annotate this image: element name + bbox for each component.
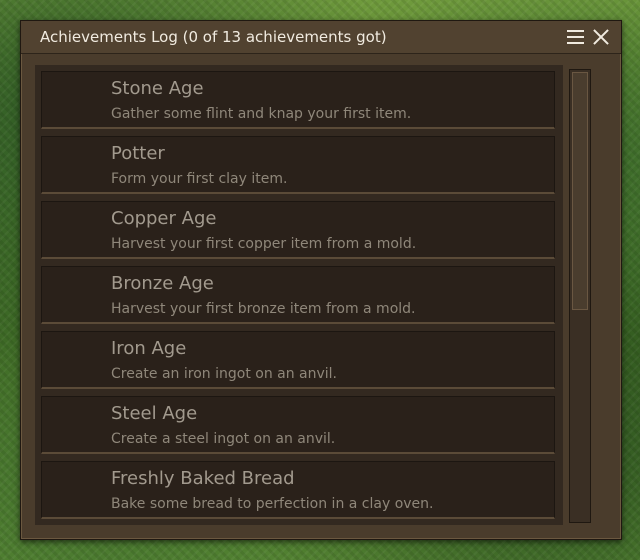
achievements-list[interactable]: Stone Age Gather some flint and knap you… — [35, 65, 563, 525]
achievement-title: Potter — [111, 143, 165, 164]
achievement-item: Bronze Age Harvest your first bronze ite… — [41, 266, 555, 324]
achievement-title: Iron Age — [111, 338, 187, 359]
achievement-item: Copper Age Harvest your first copper ite… — [41, 201, 555, 259]
achievement-title: Bronze Age — [111, 273, 214, 294]
dialog-titlebar[interactable]: Achievements Log (0 of 13 achievements g… — [21, 21, 621, 54]
achievement-item: Iron Age Create an iron ingot on an anvi… — [41, 331, 555, 389]
achievements-log-dialog: Achievements Log (0 of 13 achievements g… — [20, 20, 622, 540]
achievement-item: Steel Age Create a steel ingot on an anv… — [41, 396, 555, 454]
achievement-title: Freshly Baked Bread — [111, 468, 295, 489]
achievement-title: Stone Age — [111, 78, 204, 99]
achievement-item: Potter Form your first clay item. — [41, 136, 555, 194]
achievement-description: Bake some bread to perfection in a clay … — [111, 496, 434, 512]
achievement-description: Gather some flint and knap your first it… — [111, 106, 412, 122]
close-icon[interactable] — [592, 28, 610, 46]
achievement-description: Create an iron ingot on an anvil. — [111, 366, 338, 382]
achievement-title: Steel Age — [111, 403, 198, 424]
achievement-item: Freshly Baked Bread Bake some bread to p… — [41, 461, 555, 519]
scrollbar-thumb[interactable] — [572, 72, 588, 310]
dialog-title: Achievements Log (0 of 13 achievements g… — [40, 28, 387, 46]
hamburger-menu-icon[interactable] — [567, 29, 584, 45]
achievement-title: Copper Age — [111, 208, 217, 229]
achievement-description: Form your first clay item. — [111, 171, 288, 187]
achievement-description: Harvest your first bronze item from a mo… — [111, 301, 416, 317]
achievement-description: Create a steel ingot on an anvil. — [111, 431, 336, 447]
list-scrollbar[interactable] — [569, 69, 591, 523]
achievement-description: Harvest your first copper item from a mo… — [111, 236, 417, 252]
achievement-item: Stone Age Gather some flint and knap you… — [41, 71, 555, 129]
